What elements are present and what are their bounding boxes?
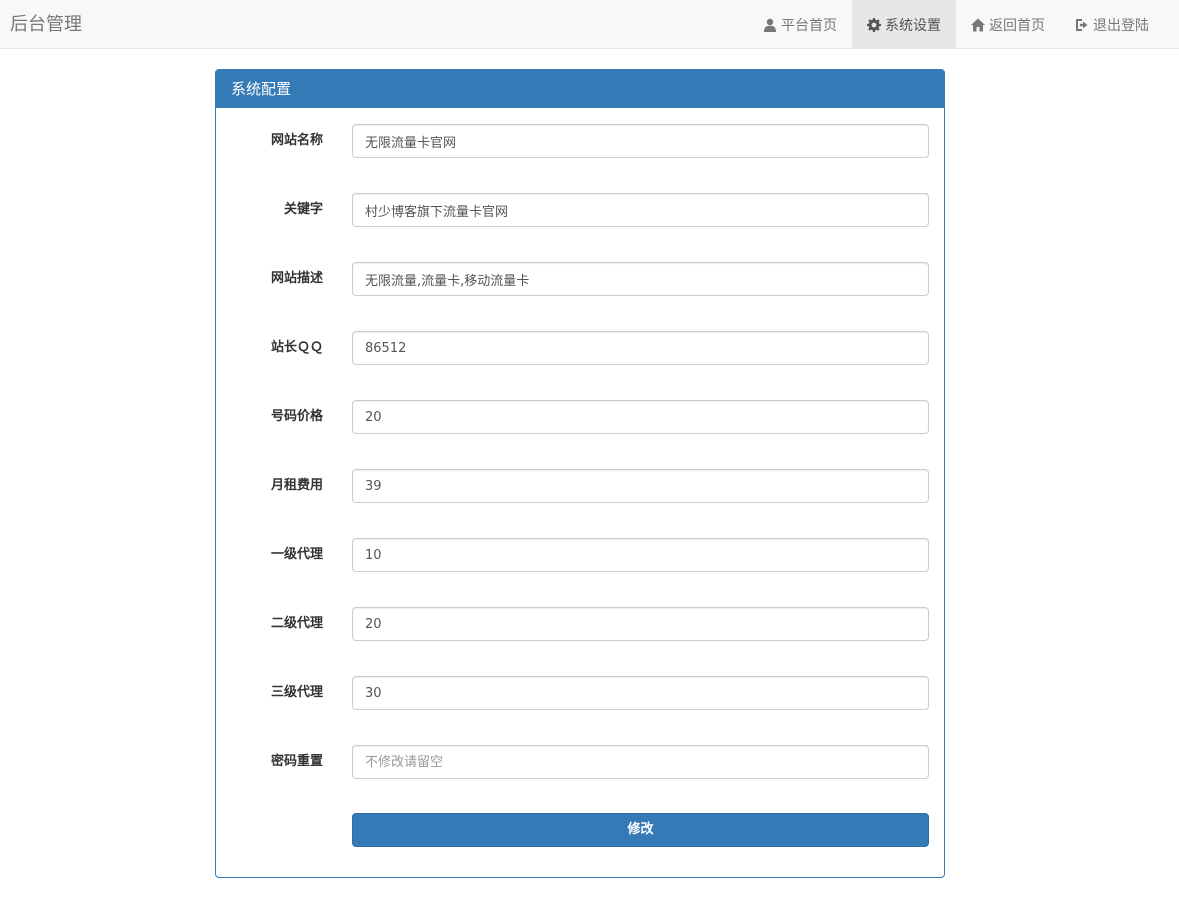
form-row-level1-agent: 一级代理 xyxy=(216,538,944,572)
field-label: 月租费用 xyxy=(270,478,323,493)
submit-button[interactable]: 修改 xyxy=(352,813,929,847)
home-icon xyxy=(971,18,985,32)
field-label: 二级代理 xyxy=(270,616,323,631)
form-row-level3-agent: 三级代理 xyxy=(216,676,944,710)
system-config-panel: 系统配置 网站名称 关键字 网站描述 站长ＱＱ 号码价格 月租费用 一级代理 二… xyxy=(215,69,945,878)
gear-icon xyxy=(867,17,881,32)
nav-item-system-settings[interactable]: 系统设置 xyxy=(852,0,956,49)
field-label: 密码重置 xyxy=(270,754,323,769)
field-label: 站长ＱＱ xyxy=(270,340,323,355)
nav-item-label: 系统设置 xyxy=(885,17,941,34)
number-price-input[interactable] xyxy=(352,400,929,434)
nav-item-label: 退出登陆 xyxy=(1093,17,1149,34)
form-row-keywords: 关键字 xyxy=(216,193,944,227)
nav-item-platform-home[interactable]: 平台首页 xyxy=(748,0,852,49)
level1-agent-input[interactable] xyxy=(352,538,929,572)
field-label: 一级代理 xyxy=(270,547,323,562)
user-icon xyxy=(763,18,777,32)
form-row-password-reset: 密码重置 xyxy=(216,745,944,779)
field-label: 网站描述 xyxy=(270,271,323,286)
nav-item-logout[interactable]: 退出登陆 xyxy=(1060,0,1164,49)
admin-qq-input[interactable] xyxy=(352,331,929,365)
form-row-level2-agent: 二级代理 xyxy=(216,607,944,641)
nav-item-label: 平台首页 xyxy=(781,17,837,34)
description-input[interactable] xyxy=(352,262,929,296)
level2-agent-input[interactable] xyxy=(352,607,929,641)
site-name-input[interactable] xyxy=(352,124,929,158)
form-row-number-price: 号码价格 xyxy=(216,400,944,434)
keywords-input[interactable] xyxy=(352,193,929,227)
password-reset-input[interactable] xyxy=(352,745,929,779)
field-label: 关键字 xyxy=(283,202,323,217)
logout-icon xyxy=(1075,18,1089,32)
form-row-admin-qq: 站长ＱＱ xyxy=(216,331,944,365)
form-row-site-name: 网站名称 xyxy=(216,124,944,158)
field-label: 三级代理 xyxy=(270,685,323,700)
level3-agent-input[interactable] xyxy=(352,676,929,710)
panel-title: 系统配置 xyxy=(216,70,944,108)
form-row-description: 网站描述 xyxy=(216,262,944,296)
form-row-monthly-fee: 月租费用 xyxy=(216,469,944,503)
monthly-fee-input[interactable] xyxy=(352,469,929,503)
field-label: 网站名称 xyxy=(270,133,323,148)
navbar-menu: 平台首页 系统设置 返回首页 退出登陆 xyxy=(748,0,1164,49)
field-label: 号码价格 xyxy=(270,409,323,424)
nav-item-return-home[interactable]: 返回首页 xyxy=(956,0,1060,49)
nav-item-label: 返回首页 xyxy=(989,17,1045,34)
top-navbar: 后台管理 平台首页 系统设置 返回首页 退出登陆 xyxy=(0,0,1179,49)
navbar-brand[interactable]: 后台管理 xyxy=(10,0,82,49)
